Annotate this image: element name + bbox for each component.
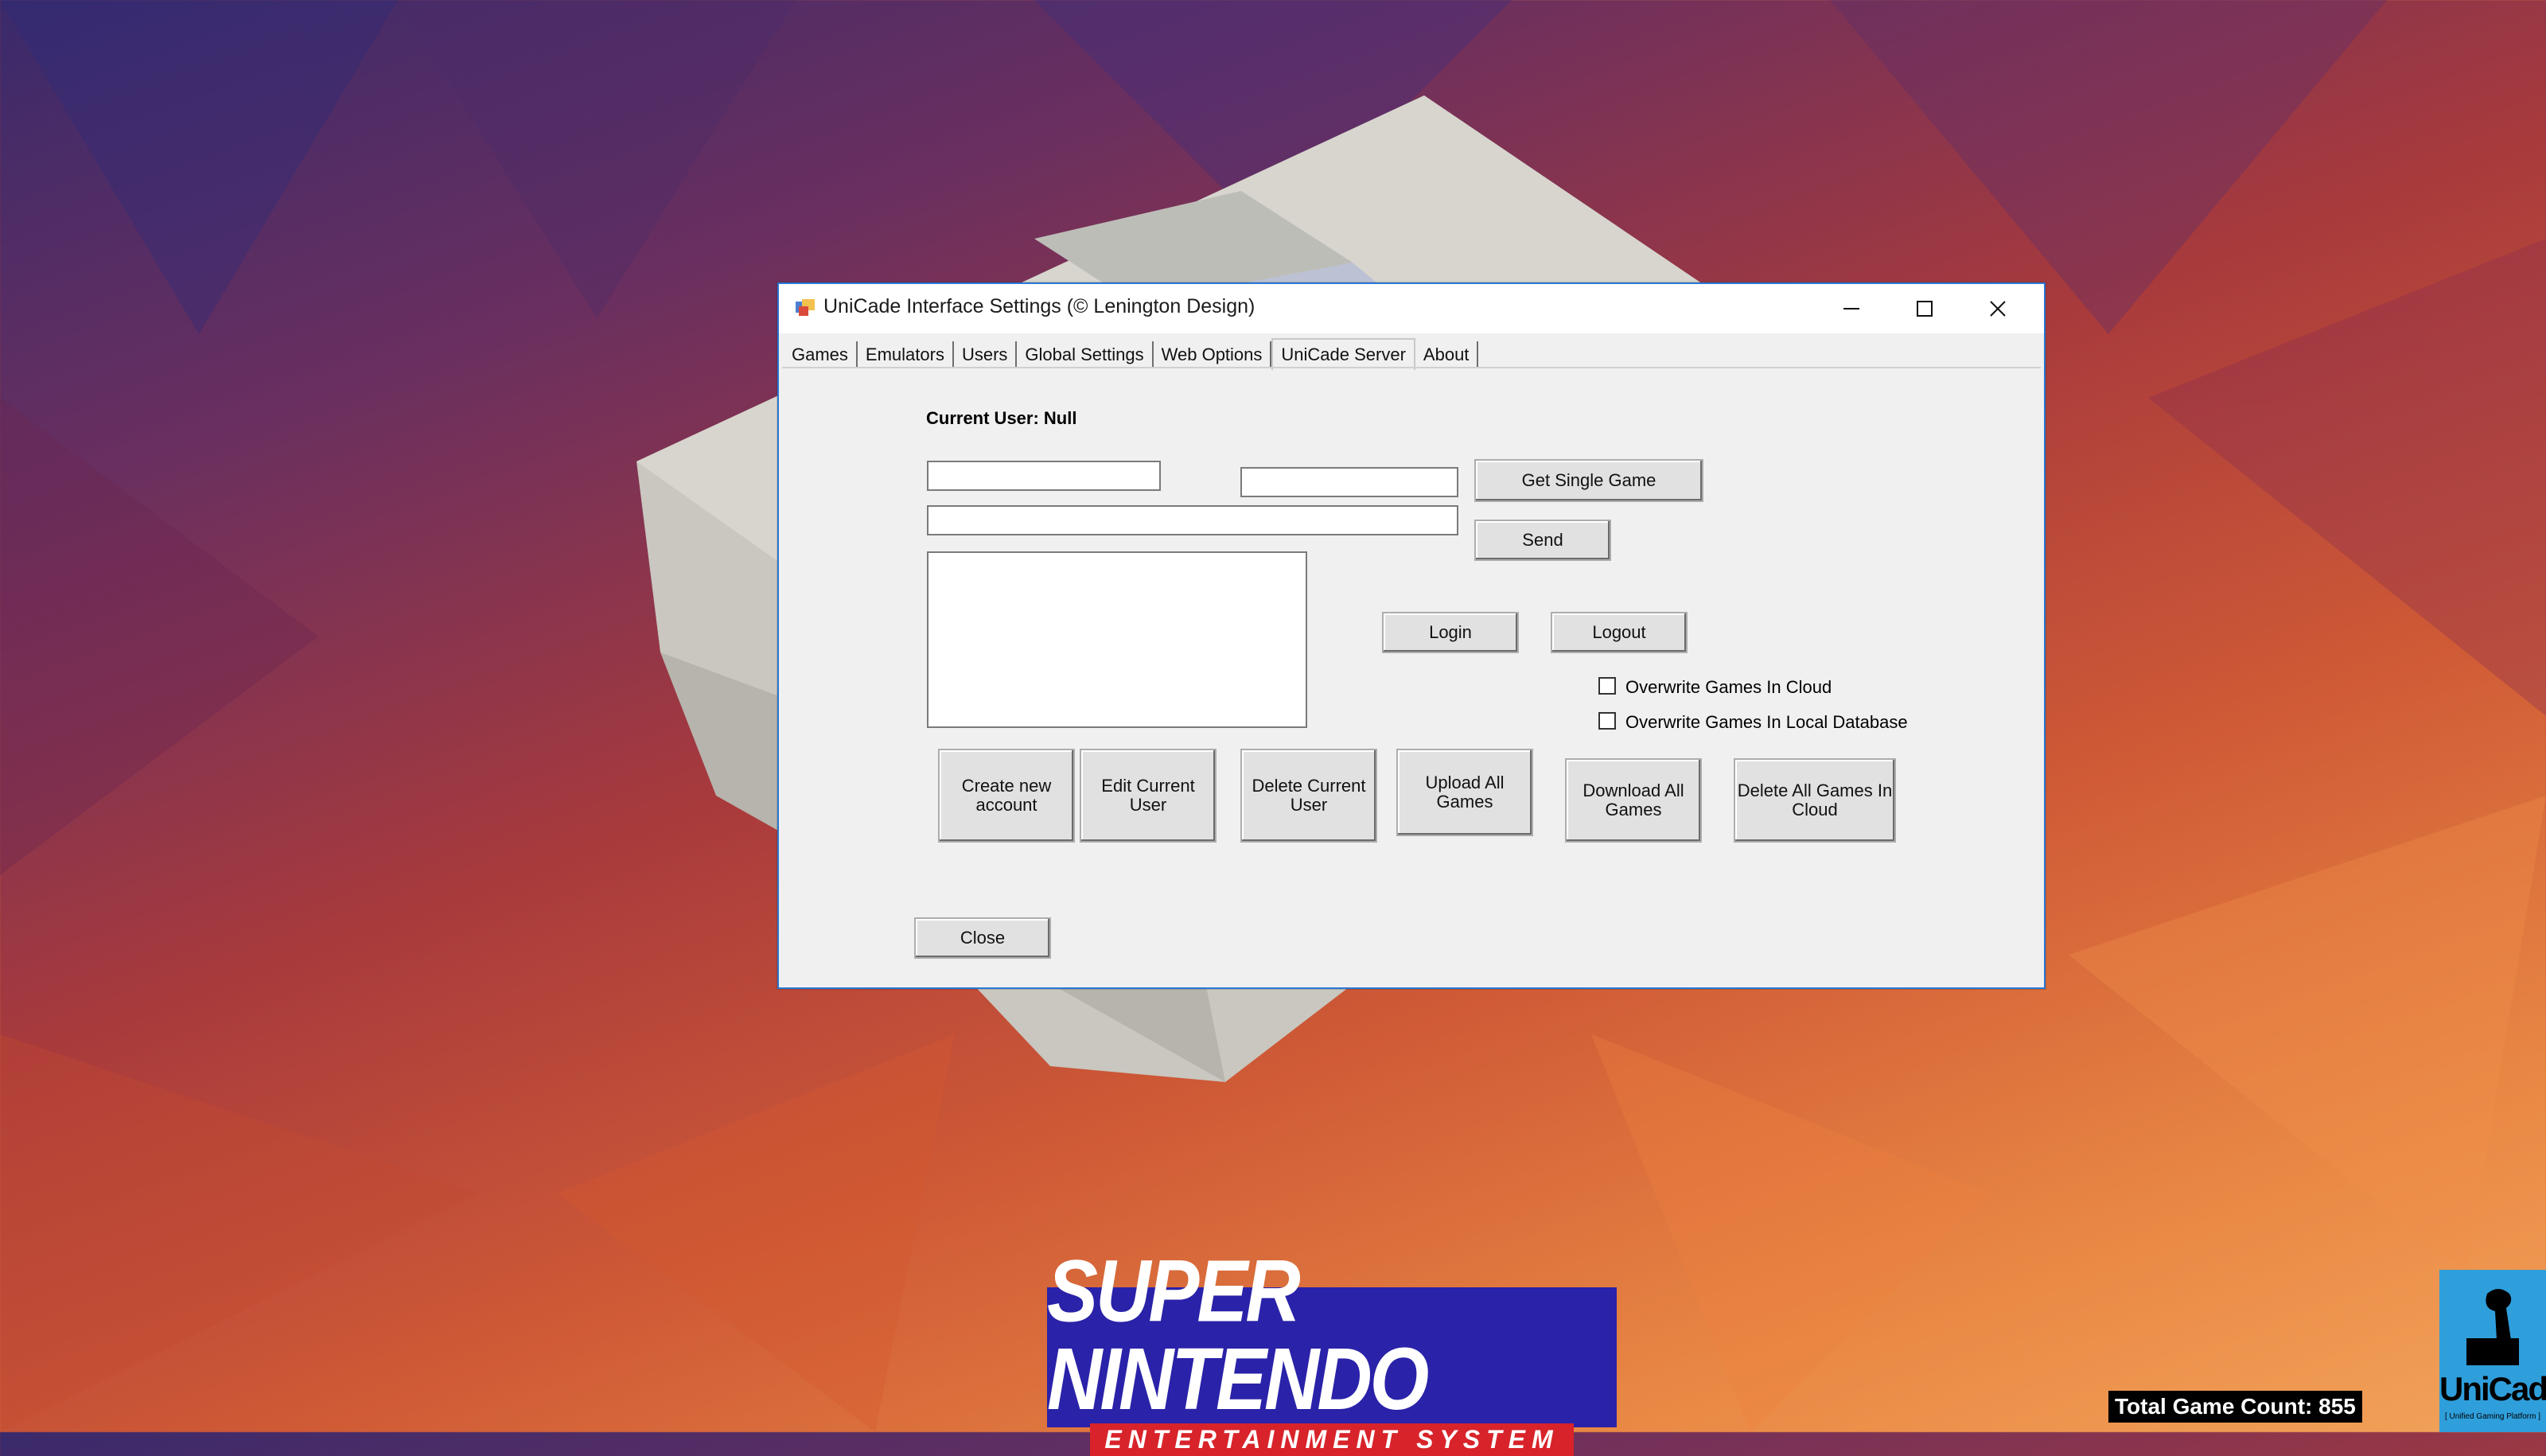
unicade-logo-subtitle: [ Unified Gaming Platform ]	[2444, 1412, 2541, 1421]
total-game-count: Total Game Count: 855	[2108, 1391, 2362, 1423]
overwrite-cloud-checkbox[interactable]	[1598, 677, 1616, 695]
settings-window: UniCade Interface Settings (© Lenington …	[777, 282, 2046, 989]
app-icon	[796, 299, 815, 316]
window-title: UniCade Interface Settings (© Lenington …	[823, 295, 1255, 317]
minimize-button[interactable]	[1815, 284, 1888, 333]
overwrite-local-label: Overwrite Games In Local Database	[1625, 712, 1908, 732]
unicade-server-panel: Current User: Null Get Single Game Send …	[782, 367, 2041, 984]
overwrite-cloud-label: Overwrite Games In Cloud	[1625, 677, 1832, 697]
delete-cloud-games-button[interactable]: Delete All Games In Cloud	[1734, 758, 1896, 843]
close-window-button[interactable]	[1961, 284, 2034, 333]
tab-games[interactable]: Games	[784, 341, 858, 368]
login-button[interactable]: Login	[1382, 612, 1519, 653]
edit-user-button[interactable]: Edit Current User	[1080, 749, 1217, 843]
tab-global-settings[interactable]: Global Settings	[1017, 341, 1154, 368]
tab-emulators[interactable]: Emulators	[858, 341, 954, 368]
unicade-logo-text: UniCade	[2439, 1370, 2546, 1407]
tab-unicade-server[interactable]: UniCade Server	[1271, 338, 1415, 370]
current-user-label: Current User: Null	[926, 408, 1077, 428]
download-all-games-button[interactable]: Download All Games	[1565, 758, 1702, 843]
upload-all-games-button[interactable]: Upload All Games	[1396, 749, 1533, 836]
get-single-game-button[interactable]: Get Single Game	[1474, 459, 1703, 502]
unicade-logo: UniCade [ Unified Gaming Platform ]	[2439, 1270, 2546, 1432]
tab-about[interactable]: About	[1415, 341, 1479, 368]
tab-web-options[interactable]: Web Options	[1154, 341, 1272, 368]
send-button[interactable]: Send	[1474, 520, 1611, 561]
create-account-button[interactable]: Create new account	[938, 749, 1075, 843]
overwrite-local-checkbox[interactable]	[1598, 712, 1616, 730]
close-button[interactable]: Close	[914, 917, 1051, 959]
snes-logo-title: SUPER NINTENDO	[1047, 1242, 1429, 1428]
tab-strip: Games Emulators Users Global Settings We…	[784, 337, 1479, 370]
output-textarea[interactable]	[927, 551, 1307, 728]
minimize-icon	[1843, 308, 1859, 309]
close-icon	[1990, 301, 2006, 317]
delete-user-button[interactable]: Delete Current User	[1240, 749, 1377, 843]
username-input[interactable]	[927, 461, 1161, 491]
snes-logo: SUPER NINTENDO ENTERTAINMENT SYSTEM	[1047, 1248, 1617, 1456]
title-bar: UniCade Interface Settings (© Lenington …	[779, 284, 2044, 333]
tab-users[interactable]: Users	[954, 341, 1018, 368]
password-input[interactable]	[927, 505, 1458, 535]
maximize-icon	[1917, 301, 1933, 317]
maximize-button[interactable]	[1888, 284, 1961, 333]
logout-button[interactable]: Logout	[1551, 612, 1688, 653]
game-title-input[interactable]	[1240, 467, 1458, 497]
arcade-stick-icon	[2466, 1289, 2519, 1365]
